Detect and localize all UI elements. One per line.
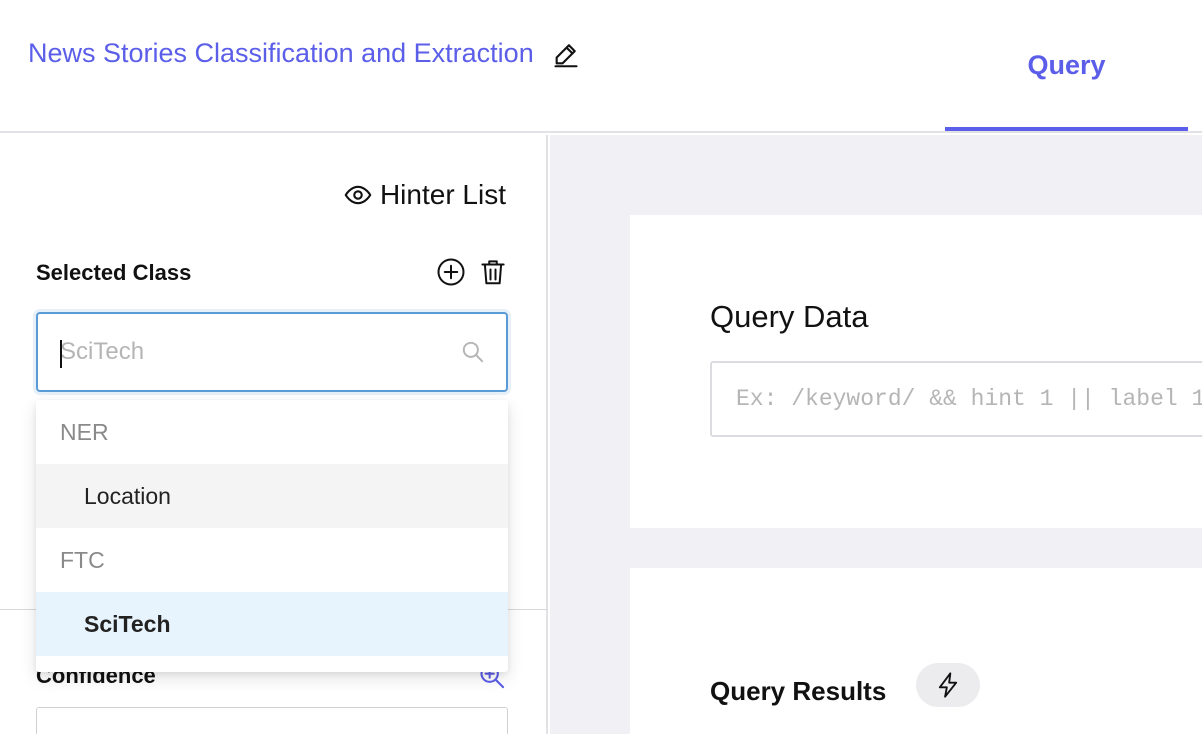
hinter-list-button[interactable]: Hinter List [344,179,506,211]
project-title: News Stories Classification and Extracti… [28,38,534,68]
active-tab-indicator [945,127,1188,131]
eye-icon [344,185,372,205]
run-query-button[interactable] [916,663,980,707]
lightning-icon [938,672,958,698]
confidence-input-box[interactable] [36,707,508,734]
project-title-row: News Stories Classification and Extracti… [28,38,580,69]
query-data-label: Query Data [710,299,869,334]
dropdown-option-location[interactable]: Location [36,464,508,528]
app-header: News Stories Classification and Extracti… [0,0,1202,133]
class-search-input[interactable] [60,314,440,390]
query-input-box[interactable] [710,361,1202,437]
plus-circle-icon[interactable] [436,257,466,287]
query-results-label: Query Results [710,676,887,706]
class-actions [436,257,508,287]
class-dropdown: NER Location FTC SciTech [36,400,508,672]
text-caret [60,340,62,368]
query-input[interactable] [736,363,1202,435]
main-canvas: Query Data Query Results [550,135,1202,734]
selected-class-label: Selected Class [36,260,192,285]
query-results-card: Query Results [630,568,1202,734]
pencil-icon[interactable] [552,40,580,68]
trash-icon[interactable] [478,257,508,287]
class-search-box[interactable] [36,312,508,392]
dropdown-group-label: FTC [60,546,105,573]
search-icon [460,339,486,365]
dropdown-option-scitech[interactable]: SciTech [36,592,508,656]
tab-query[interactable]: Query [945,0,1188,131]
query-data-card: Query Data [630,215,1202,528]
hinter-list-label: Hinter List [379,179,506,210]
dropdown-group-label: NER [60,418,109,445]
